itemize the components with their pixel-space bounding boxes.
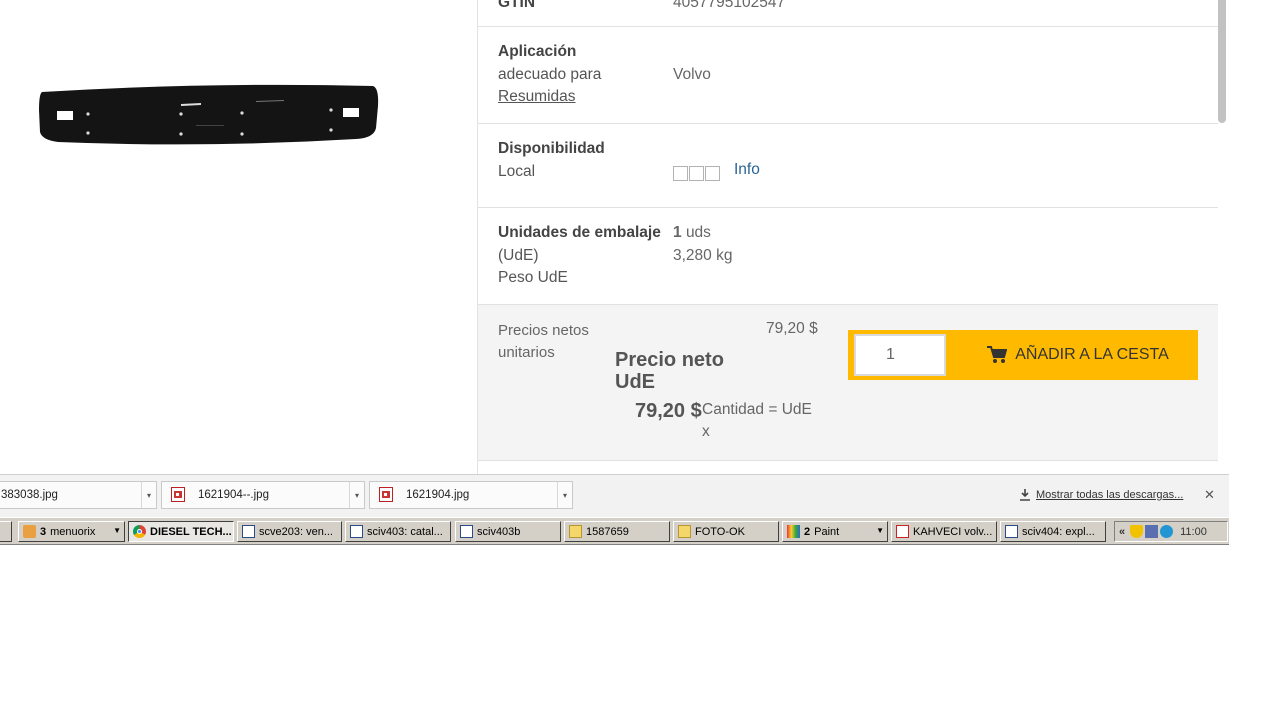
chrome-icon [133,525,146,538]
taskbar-item[interactable]: sciv404: expl... [1000,521,1106,542]
show-all-downloads-link[interactable]: Mostrar todas las descargas... [1019,489,1183,501]
download-bar: 383038.jpg ▾ 1621904--.jpg ▾ 1621904.jpg… [0,474,1229,517]
image-file-icon [379,487,393,502]
chevron-down-icon[interactable]: ▾ [141,482,156,508]
taskbar-item-diesel-tech[interactable]: DIESEL TECH... [128,521,234,542]
aplicacion-label: Aplicación [498,43,577,60]
taskbar-label: FOTO-OK [695,525,745,538]
price-row: Precios netos unitarios 79,20 $ Precio n… [478,305,1218,461]
download-item[interactable]: 383038.jpg ▾ [0,481,157,509]
availability-indicator [673,166,720,181]
availability-box [689,166,704,181]
add-to-cart-label: AÑADIR A LA CESTA [1015,346,1169,363]
window-icon [460,525,473,538]
taskbar-item[interactable]: FOTO-OK [673,521,779,542]
aplicacion-row: Aplicación adecuado para Resumidas Volvo [478,27,1218,124]
close-icon[interactable]: ✕ [1204,487,1215,503]
shield-icon[interactable] [1130,525,1144,538]
taskbar-label: menuorix [50,525,96,538]
info-link[interactable]: Info [734,161,760,179]
chevron-down-icon[interactable]: ▾ [349,482,364,508]
gtin-label: GTIN [498,0,536,11]
disponibilidad-label: Disponibilidad [498,140,605,157]
taskbar-item-paint[interactable]: 2 Paint ▼ [782,521,888,542]
download-filename: 383038.jpg [1,489,58,501]
aplicacion-value: Volvo [673,66,711,83]
download-item[interactable]: 1621904--.jpg ▾ [161,481,365,509]
taskbar: 3 menuorix ▼ DIESEL TECH... scve203: ven… [0,517,1229,545]
taskbar-label: sciv403: catal... [367,525,443,538]
taskbar-item[interactable]: 1587659 [564,521,670,542]
quantity-input[interactable] [854,334,946,376]
availability-box [705,166,720,181]
taskbar-label: Paint [814,525,840,538]
add-to-cart-button[interactable]: AÑADIR A LA CESTA [958,330,1198,380]
taskbar-item[interactable]: sciv403: catal... [345,521,451,542]
window-icon [350,525,363,538]
taskbar-label: sciv403b [477,525,521,538]
group-icon [23,525,36,538]
taskbar-label: KAHVECI volv... [913,525,993,538]
taskbar-label: DIESEL TECH... [150,525,232,538]
clock: 11:00 [1180,525,1207,538]
resumidas-link[interactable]: Resumidas [498,86,576,108]
unidades-row: Unidades de embalaje (UdE) Peso UdE 1 ud… [478,208,1218,305]
folder-icon [678,525,691,538]
cantidad-x: x [702,423,710,440]
unidades-label: Unidades de embalaje [498,224,661,241]
peso-unit: kg [716,247,733,264]
ude-price-label: Precio neto UdE [615,349,724,393]
taskbar-label: 1587659 [586,525,629,538]
system-tray: « 11:00 [1114,521,1228,542]
peso-label: Peso UdE [498,269,568,286]
taskbar-item-menuorix[interactable]: 3 menuorix ▼ [18,521,125,542]
download-icon [1020,489,1030,501]
image-file-icon [171,487,185,502]
network-icon[interactable] [1145,525,1159,538]
taskbar-item[interactable] [0,521,12,542]
taskbar-item[interactable]: sciv403b [455,521,561,542]
folder-icon [569,525,582,538]
taskbar-item[interactable]: scve203: ven... [237,521,342,542]
unidades-label-cont: (UdE) [498,247,539,264]
net-unit-price-label: Precios netos unitarios [498,322,589,361]
paint-icon [787,525,800,538]
gtin-value: 4057795102547 [673,0,786,11]
cantidad-text: Cantidad = UdE [702,401,812,418]
disponibilidad-row: Disponibilidad Local Info [478,124,1218,208]
adecuado-label: adecuado para [498,66,602,83]
show-all-label: Mostrar todas las descargas... [1036,489,1184,501]
skype-icon[interactable] [1160,525,1174,538]
taskbar-item[interactable]: KAHVECI volv... [891,521,997,542]
pdf-icon [896,525,909,538]
add-to-cart-box: AÑADIR A LA CESTA [848,330,1198,380]
window-icon [1005,525,1018,538]
tray-expand-icon[interactable]: « [1119,526,1125,538]
net-unit-price-value: 79,20 $ [766,320,818,337]
peso-value: 3,280 [673,247,712,264]
unidades-qty: 1 [673,224,682,241]
chevron-down-icon: ▼ [113,526,121,535]
window-icon [242,525,255,538]
availability-box [673,166,688,181]
page-scrollbar[interactable] [1218,0,1226,123]
chevron-down-icon: ▼ [876,526,884,535]
unidades-unit: uds [685,224,711,241]
cart-icon [987,346,1008,363]
taskbar-label: scve203: ven... [259,525,333,538]
group-count: 3 [40,525,47,538]
local-label: Local [498,163,536,180]
chevron-down-icon[interactable]: ▾ [557,482,572,508]
taskbar-label: sciv404: expl... [1022,525,1095,538]
ude-price-value: 79,20 $ [635,400,702,422]
product-details-panel: GTIN 4057795102547 Aplicación adecuado p… [477,0,1218,474]
product-image [36,82,381,148]
download-item[interactable]: 1621904.jpg ▾ [369,481,573,509]
gtin-row: GTIN 4057795102547 [478,0,1218,27]
group-count: 2 [804,525,811,538]
